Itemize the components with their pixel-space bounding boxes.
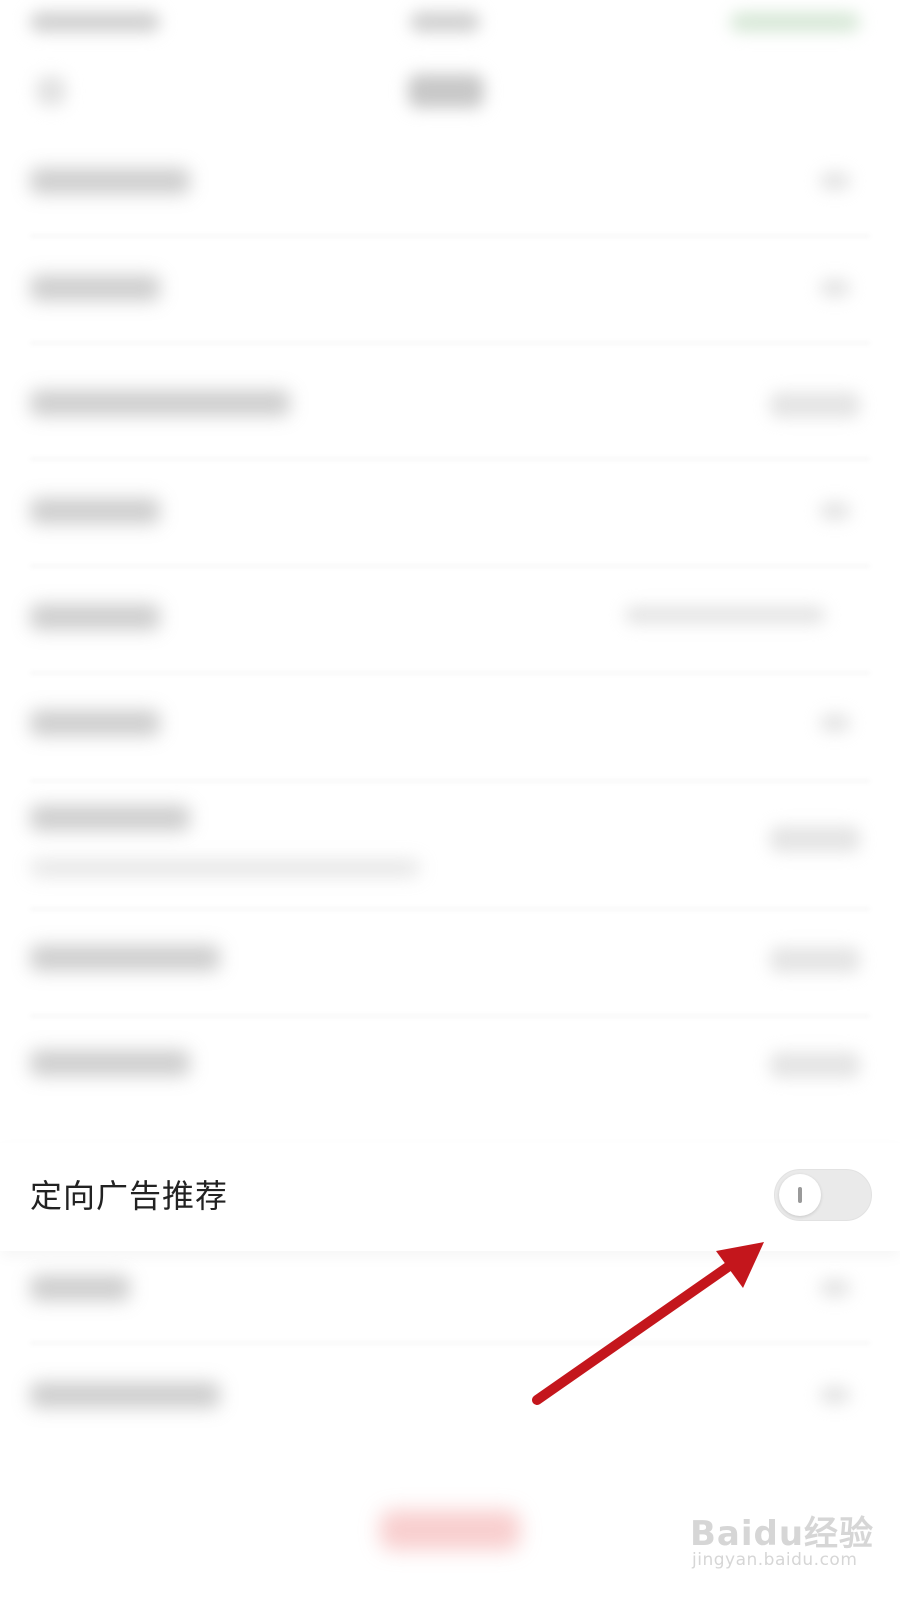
settings-row-11[interactable] <box>30 1275 130 1301</box>
chevron-right-icon <box>820 1386 850 1404</box>
page-title <box>408 74 484 108</box>
targeted-ad-recommendation-label: 定向广告推荐 <box>30 1177 229 1215</box>
status-bar-battery-icon <box>730 12 860 32</box>
toggle-switch[interactable] <box>770 1052 860 1078</box>
settings-row-7[interactable] <box>30 805 190 831</box>
toggle-switch[interactable] <box>770 392 860 418</box>
watermark-logo: Baidu经验 <box>690 1514 875 1554</box>
settings-row-3[interactable] <box>30 390 290 416</box>
annotation-arrow-icon <box>532 1242 764 1405</box>
toggle-knob <box>779 1174 821 1216</box>
settings-row-7-description <box>30 860 420 876</box>
status-bar-center <box>410 12 480 32</box>
settings-row-2[interactable] <box>30 275 160 301</box>
back-icon[interactable] <box>36 76 66 106</box>
settings-row-1[interactable] <box>30 168 190 194</box>
chevron-right-icon <box>820 279 850 297</box>
chevron-right-icon <box>820 1279 850 1297</box>
chevron-right-icon <box>820 502 850 520</box>
bottom-action-button[interactable] <box>380 1510 520 1550</box>
toggle-switch[interactable] <box>770 826 860 852</box>
targeted-ad-recommendation-toggle[interactable] <box>774 1169 872 1221</box>
settings-row-5-value <box>625 606 825 624</box>
settings-row-4[interactable] <box>30 498 160 524</box>
privacy-settings-screen: 定向广告推荐 Baidu经验 jingyan.baidu.com <box>0 0 900 1600</box>
status-bar-time <box>30 12 160 32</box>
settings-row-8[interactable] <box>30 945 220 971</box>
baidu-jingyan-watermark: Baidu经验 jingyan.baidu.com <box>690 1506 890 1586</box>
settings-row-12[interactable] <box>30 1382 220 1408</box>
settings-row-6[interactable] <box>30 710 160 736</box>
chevron-right-icon <box>820 714 850 732</box>
targeted-ad-recommendation-row[interactable]: 定向广告推荐 <box>0 1143 900 1251</box>
chevron-right-icon <box>820 172 850 190</box>
toggle-switch[interactable] <box>770 947 860 973</box>
settings-row-9[interactable] <box>30 1050 190 1076</box>
watermark-url: jingyan.baidu.com <box>692 1550 858 1570</box>
settings-row-5[interactable] <box>30 604 160 630</box>
